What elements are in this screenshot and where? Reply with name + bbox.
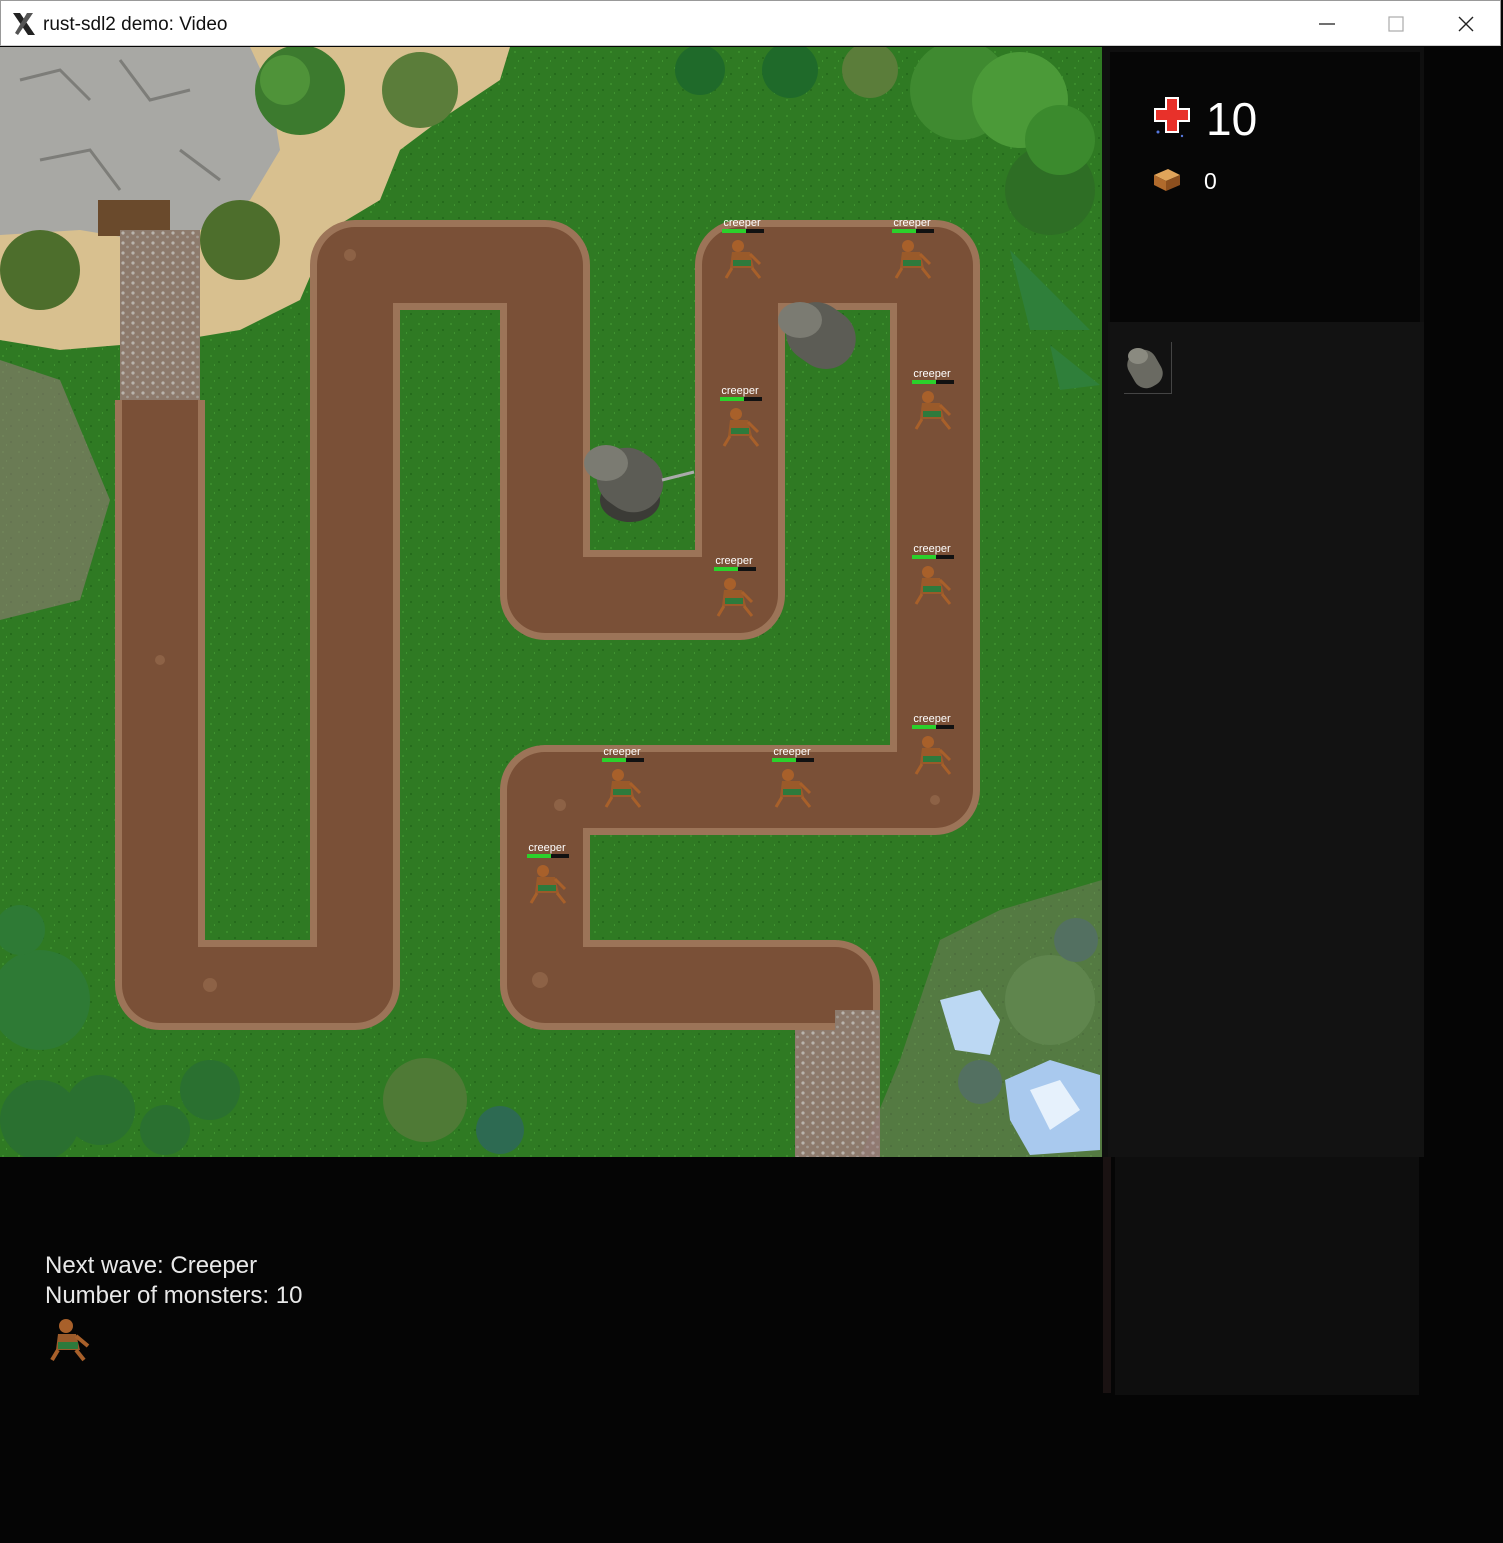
window-titlebar[interactable]: rust-sdl2 demo: Video bbox=[0, 0, 1501, 46]
health-bar bbox=[912, 725, 936, 729]
stone-tower-icon bbox=[1127, 348, 1163, 389]
minimize-icon bbox=[1319, 23, 1335, 25]
health-bar bbox=[912, 380, 936, 384]
x-logo-icon bbox=[13, 13, 35, 35]
tower-shop-panel bbox=[1108, 322, 1424, 1157]
gold-value: 0 bbox=[1204, 168, 1217, 194]
monster-name-label: creeper bbox=[603, 746, 641, 758]
health-bar bbox=[772, 758, 796, 762]
health-bar bbox=[722, 229, 746, 233]
monster-name-label: creeper bbox=[773, 746, 811, 758]
tower-shop-slot[interactable] bbox=[1124, 342, 1172, 394]
health-bar bbox=[602, 758, 626, 762]
wave-info-panel bbox=[0, 1157, 1102, 1543]
health-bar bbox=[527, 854, 551, 858]
creeper-icon bbox=[50, 1319, 90, 1362]
monster-name-label: creeper bbox=[715, 555, 753, 567]
health-bar bbox=[714, 567, 738, 571]
health-bar bbox=[720, 397, 744, 401]
monster-count-label: Number of monsters: 10 bbox=[45, 1282, 303, 1309]
next-wave-label: Next wave: Creeper bbox=[45, 1252, 258, 1279]
maximize-icon bbox=[1388, 16, 1404, 32]
health-cross-icon bbox=[1154, 97, 1190, 138]
monster-name-label: creeper bbox=[721, 385, 759, 397]
gold-chest-icon bbox=[1154, 169, 1180, 191]
minimize-button[interactable] bbox=[1293, 1, 1361, 47]
maximize-button[interactable] bbox=[1362, 1, 1430, 47]
close-button[interactable] bbox=[1432, 1, 1500, 47]
window-title: rust-sdl2 demo: Video bbox=[43, 14, 228, 35]
close-icon bbox=[1458, 16, 1474, 32]
monster-name-label: creeper bbox=[528, 842, 566, 854]
monster-name-label: creeper bbox=[913, 368, 951, 380]
monster-name-label: creeper bbox=[723, 217, 761, 229]
monster-name-label: creeper bbox=[913, 543, 951, 555]
info-panel bbox=[1115, 1157, 1419, 1395]
game-map[interactable]: creeper creeper creeper creeper creeper creep… bbox=[0, 47, 1102, 1157]
health-bar bbox=[892, 229, 916, 233]
health-bar bbox=[912, 555, 936, 559]
monster-name-label: creeper bbox=[893, 217, 931, 229]
monster-name-label: creeper bbox=[913, 713, 951, 725]
lives-value: 10 bbox=[1206, 93, 1258, 145]
